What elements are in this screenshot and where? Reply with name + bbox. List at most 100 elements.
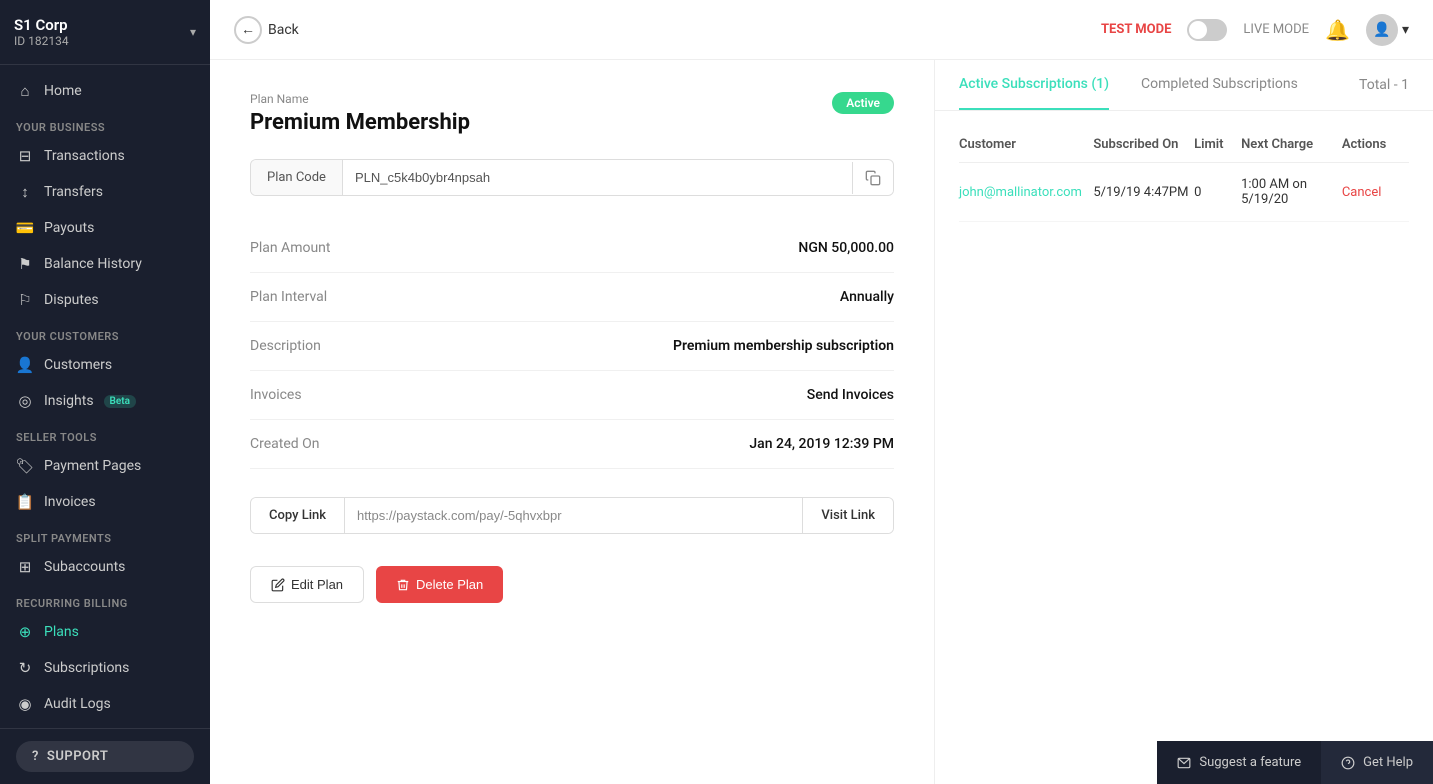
payouts-icon: 💳 [16, 219, 34, 237]
sidebar-item-subaccounts[interactable]: ⊞ Subaccounts [0, 549, 210, 585]
get-help-label: Get Help [1363, 755, 1413, 770]
action-buttons: Edit Plan Delete Plan [250, 566, 894, 603]
disputes-icon: ⚐ [16, 291, 34, 309]
sidebar-item-transactions[interactable]: ⊟ Transactions [0, 138, 210, 174]
invoices-icon: 📋 [16, 493, 34, 511]
plan-amount-value: NGN 50,000.00 [450, 240, 894, 256]
payment-pages-icon: 🏷 [16, 457, 34, 475]
sidebar-item-transactions-label: Transactions [44, 148, 125, 164]
company-name: S1 Corp [14, 16, 69, 34]
plan-title: Premium Membership [250, 110, 470, 135]
topbar-left: ← Back [234, 16, 299, 44]
main-content: ← Back TEST MODE LIVE MODE 🔔 👤 ▾ Plan Na… [210, 0, 1433, 784]
balance-history-icon: ⚑ [16, 255, 34, 273]
home-icon: ⌂ [16, 82, 34, 100]
plan-amount-row: Plan Amount NGN 50,000.00 [250, 224, 894, 273]
sidebar-item-home[interactable]: ⌂ Home [0, 73, 210, 109]
back-button[interactable]: ← Back [234, 16, 299, 44]
sidebar-item-balance-history[interactable]: ⚑ Balance History [0, 246, 210, 282]
plan-name-field-label: Plan Name [250, 92, 470, 106]
plan-interval-row: Plan Interval Annually [250, 273, 894, 322]
section-split-payments: SPLIT PAYMENTS [0, 520, 210, 549]
notification-bell-icon[interactable]: 🔔 [1325, 18, 1350, 42]
sidebar-item-payment-pages[interactable]: 🏷 Payment Pages [0, 448, 210, 484]
plan-description-value: Premium membership subscription [450, 338, 894, 354]
section-your-business: YOUR BUSINESS [0, 109, 210, 138]
avatar-chevron-icon: ▾ [1402, 22, 1409, 38]
envelope-icon [1177, 756, 1191, 770]
plan-link-input[interactable] [345, 498, 802, 533]
sidebar-item-payment-pages-label: Payment Pages [44, 458, 141, 474]
visit-link-button[interactable]: Visit Link [802, 498, 893, 533]
transfers-icon: ↕ [16, 183, 34, 201]
subscription-customer-email[interactable]: john@mallinator.com [959, 185, 1093, 200]
subscriptions-table: Customer Subscribed On Limit Next Charge… [935, 111, 1433, 784]
sidebar-item-audit-logs[interactable]: ◉ Audit Logs [0, 686, 210, 722]
question-icon [1341, 756, 1355, 770]
sidebar-item-transfers-label: Transfers [44, 184, 103, 200]
plan-created-on-row: Created On Jan 24, 2019 12:39 PM [250, 420, 894, 469]
support-label: SUPPORT [47, 749, 108, 764]
back-label: Back [268, 22, 299, 38]
support-icon: ? [32, 749, 39, 764]
sidebar-item-invoices[interactable]: 📋 Invoices [0, 484, 210, 520]
sidebar-item-subscriptions-label: Subscriptions [44, 660, 129, 676]
suggest-feature-button[interactable]: Suggest a feature [1157, 741, 1321, 784]
subaccounts-icon: ⊞ [16, 558, 34, 576]
copy-plan-code-button[interactable] [852, 162, 893, 194]
sidebar-item-invoices-label: Invoices [44, 494, 96, 510]
plan-interval-value: Annually [450, 289, 894, 305]
subscriptions-total: Total - 1 [1359, 61, 1409, 109]
tab-completed-subscriptions[interactable]: Completed Subscriptions [1141, 60, 1298, 110]
sidebar-item-payouts-label: Payouts [44, 220, 94, 236]
sidebar-item-transfers[interactable]: ↕ Transfers [0, 174, 210, 210]
sidebar-item-subscriptions[interactable]: ↻ Subscriptions [0, 650, 210, 686]
sidebar-item-balance-history-label: Balance History [44, 256, 142, 272]
company-id: ID 182134 [14, 34, 69, 48]
plan-code-input[interactable] [343, 160, 852, 195]
plan-description-row: Description Premium membership subscript… [250, 322, 894, 371]
avatar-button[interactable]: 👤 ▾ [1366, 14, 1409, 46]
copy-icon [865, 170, 881, 186]
section-seller-tools: SELLER TOOLS [0, 419, 210, 448]
sidebar-item-payouts[interactable]: 💳 Payouts [0, 210, 210, 246]
sidebar-nav: ⌂ Home YOUR BUSINESS ⊟ Transactions ↕ Tr… [0, 65, 210, 728]
subscriptions-panel: Active Subscriptions (1) Completed Subsc… [935, 60, 1433, 784]
table-row: john@mallinator.com 5/19/19 4:47PM 0 1:0… [959, 163, 1409, 222]
subscriptions-tabs: Active Subscriptions (1) Completed Subsc… [935, 60, 1433, 111]
plan-link-row: Copy Link Visit Link [250, 497, 894, 534]
sidebar-item-customers-label: Customers [44, 357, 112, 373]
subscription-limit: 0 [1194, 185, 1241, 200]
mode-toggle[interactable] [1187, 19, 1227, 41]
subscription-next-charge: 1:00 AM on 5/19/20 [1241, 177, 1342, 207]
sidebar-item-disputes[interactable]: ⚐ Disputes [0, 282, 210, 318]
plan-details-panel: Plan Name Premium Membership Active Plan… [210, 60, 935, 784]
plan-header: Plan Name Premium Membership Active [250, 92, 894, 135]
test-mode-label: TEST MODE [1101, 22, 1171, 37]
edit-plan-button[interactable]: Edit Plan [250, 566, 364, 603]
plan-invoices-value: Send Invoices [450, 387, 894, 403]
plan-details: Plan Amount NGN 50,000.00 Plan Interval … [250, 224, 894, 469]
sidebar-item-insights-label: Insights [44, 393, 94, 409]
sidebar: S1 Corp ID 182134 ▾ ⌂ Home YOUR BUSINESS… [0, 0, 210, 784]
sidebar-item-customers[interactable]: 👤 Customers [0, 347, 210, 383]
tab-active-subscriptions[interactable]: Active Subscriptions (1) [959, 60, 1109, 110]
sidebar-item-insights[interactable]: ◎ Insights Beta [0, 383, 210, 419]
plan-description-label: Description [250, 338, 450, 354]
th-limit: Limit [1194, 137, 1241, 152]
table-header: Customer Subscribed On Limit Next Charge… [959, 127, 1409, 163]
copy-link-button[interactable]: Copy Link [251, 498, 345, 533]
edit-plan-label: Edit Plan [291, 577, 343, 592]
delete-plan-button[interactable]: Delete Plan [376, 566, 503, 603]
beta-badge: Beta [104, 395, 136, 408]
live-mode-label: LIVE MODE [1243, 22, 1309, 37]
plan-created-on-value: Jan 24, 2019 12:39 PM [450, 436, 894, 452]
edit-icon [271, 578, 285, 592]
subscription-cancel-button[interactable]: Cancel [1342, 185, 1409, 200]
sidebar-header[interactable]: S1 Corp ID 182134 ▾ [0, 0, 210, 65]
section-your-customers: YOUR CUSTOMERS [0, 318, 210, 347]
support-button[interactable]: ? SUPPORT [16, 741, 194, 772]
get-help-button[interactable]: Get Help [1321, 741, 1433, 784]
chevron-down-icon[interactable]: ▾ [190, 25, 196, 39]
sidebar-item-plans[interactable]: ⊕ Plans [0, 614, 210, 650]
